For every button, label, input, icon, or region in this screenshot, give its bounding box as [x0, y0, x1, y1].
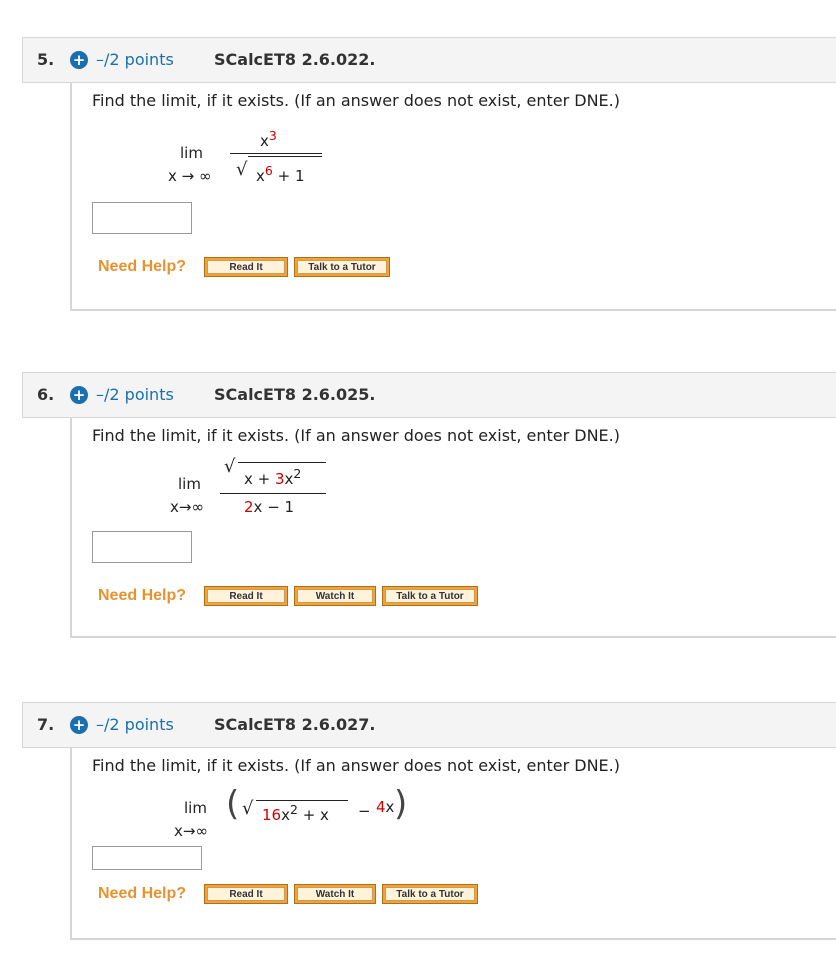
- question-5: 5. + –/2 points SCalcET8 2.6.022. Find t…: [22, 37, 836, 313]
- sqrt-icon: √: [242, 798, 254, 819]
- numerator-coefficient: 3: [274, 470, 285, 488]
- question-code: SCalcET8 2.6.027.: [214, 715, 376, 734]
- sqrt-overline: [256, 800, 348, 801]
- denominator-exponent: 6: [264, 163, 273, 178]
- talk-to-tutor-button[interactable]: Talk to a Tutor: [382, 884, 478, 904]
- numerator-term: x +: [244, 470, 275, 488]
- denominator-rest: + 1: [277, 167, 305, 185]
- sqrt-overline: [248, 156, 322, 157]
- sqrt-icon: √: [224, 456, 236, 477]
- need-help-label: Need Help?: [98, 258, 187, 275]
- question-header: 7. + –/2 points SCalcET8 2.6.027.: [22, 702, 836, 748]
- radicand-rest: + x: [302, 806, 329, 824]
- question-body: Find the limit, if it exists. (If an ans…: [70, 83, 836, 311]
- question-code: SCalcET8 2.6.025.: [214, 385, 376, 404]
- points-link[interactable]: –/2 points: [96, 385, 174, 404]
- denominator-coefficient: 2: [244, 498, 254, 516]
- fraction-bar: [220, 493, 326, 494]
- lim-subscript: x→∞: [174, 822, 208, 840]
- points-link[interactable]: –/2 points: [96, 50, 174, 69]
- question-number: 5.: [37, 50, 55, 69]
- denominator-base: x: [256, 167, 265, 185]
- question-code: SCalcET8 2.6.022.: [214, 50, 376, 69]
- fraction-bar: [230, 153, 322, 154]
- expand-plus-icon[interactable]: +: [70, 51, 88, 69]
- minus-sign: −: [358, 802, 371, 820]
- right-paren-icon: ): [394, 784, 408, 824]
- question-header: 5. + –/2 points SCalcET8 2.6.022.: [22, 37, 836, 83]
- need-help-label: Need Help?: [98, 885, 187, 902]
- read-it-button[interactable]: Read It: [204, 257, 288, 277]
- expand-plus-icon[interactable]: +: [70, 386, 88, 404]
- left-paren-icon: (: [226, 784, 240, 824]
- question-prompt: Find the limit, if it exists. (If an ans…: [92, 91, 620, 110]
- numerator-base: x: [260, 132, 269, 150]
- lim-label: lim: [184, 799, 207, 817]
- talk-to-tutor-button[interactable]: Talk to a Tutor: [294, 257, 390, 277]
- question-prompt: Find the limit, if it exists. (If an ans…: [92, 756, 620, 775]
- question-body: Find the limit, if it exists. (If an ans…: [70, 748, 836, 940]
- denominator-rest: x − 1: [253, 498, 295, 516]
- radicand-x: x: [281, 806, 290, 824]
- expand-plus-icon[interactable]: +: [70, 716, 88, 734]
- question-6: 6. + –/2 points SCalcET8 2.6.025. Find t…: [22, 372, 836, 640]
- points-link[interactable]: –/2 points: [96, 715, 174, 734]
- answer-input[interactable]: [92, 531, 192, 563]
- radicand-coefficient: 16: [262, 806, 282, 824]
- radicand-exponent: 2: [289, 802, 298, 817]
- read-it-button[interactable]: Read It: [204, 586, 288, 606]
- talk-to-tutor-button[interactable]: Talk to a Tutor: [382, 586, 478, 606]
- lim-label: lim: [180, 144, 203, 162]
- watch-it-button[interactable]: Watch It: [294, 586, 376, 606]
- lim-subscript: x → ∞: [168, 167, 212, 185]
- lim-subscript: x→∞: [170, 498, 204, 516]
- tail-coefficient: 4: [376, 798, 386, 816]
- lim-label: lim: [178, 475, 201, 493]
- question-prompt: Find the limit, if it exists. (If an ans…: [92, 426, 620, 445]
- watch-it-button[interactable]: Watch It: [294, 884, 376, 904]
- sqrt-overline: [238, 462, 326, 463]
- sqrt-icon: √: [236, 159, 248, 180]
- numerator-exponent: 3: [268, 128, 277, 143]
- question-7: 7. + –/2 points SCalcET8 2.6.027. Find t…: [22, 702, 836, 942]
- question-number: 7.: [37, 715, 55, 734]
- read-it-button[interactable]: Read It: [204, 884, 288, 904]
- need-help-label: Need Help?: [98, 587, 187, 604]
- question-number: 6.: [37, 385, 55, 404]
- numerator-exponent: 2: [293, 466, 302, 481]
- question-body: Find the limit, if it exists. (If an ans…: [70, 418, 836, 638]
- question-header: 6. + –/2 points SCalcET8 2.6.025.: [22, 372, 836, 418]
- answer-input[interactable]: [92, 202, 192, 234]
- answer-input[interactable]: [92, 846, 202, 870]
